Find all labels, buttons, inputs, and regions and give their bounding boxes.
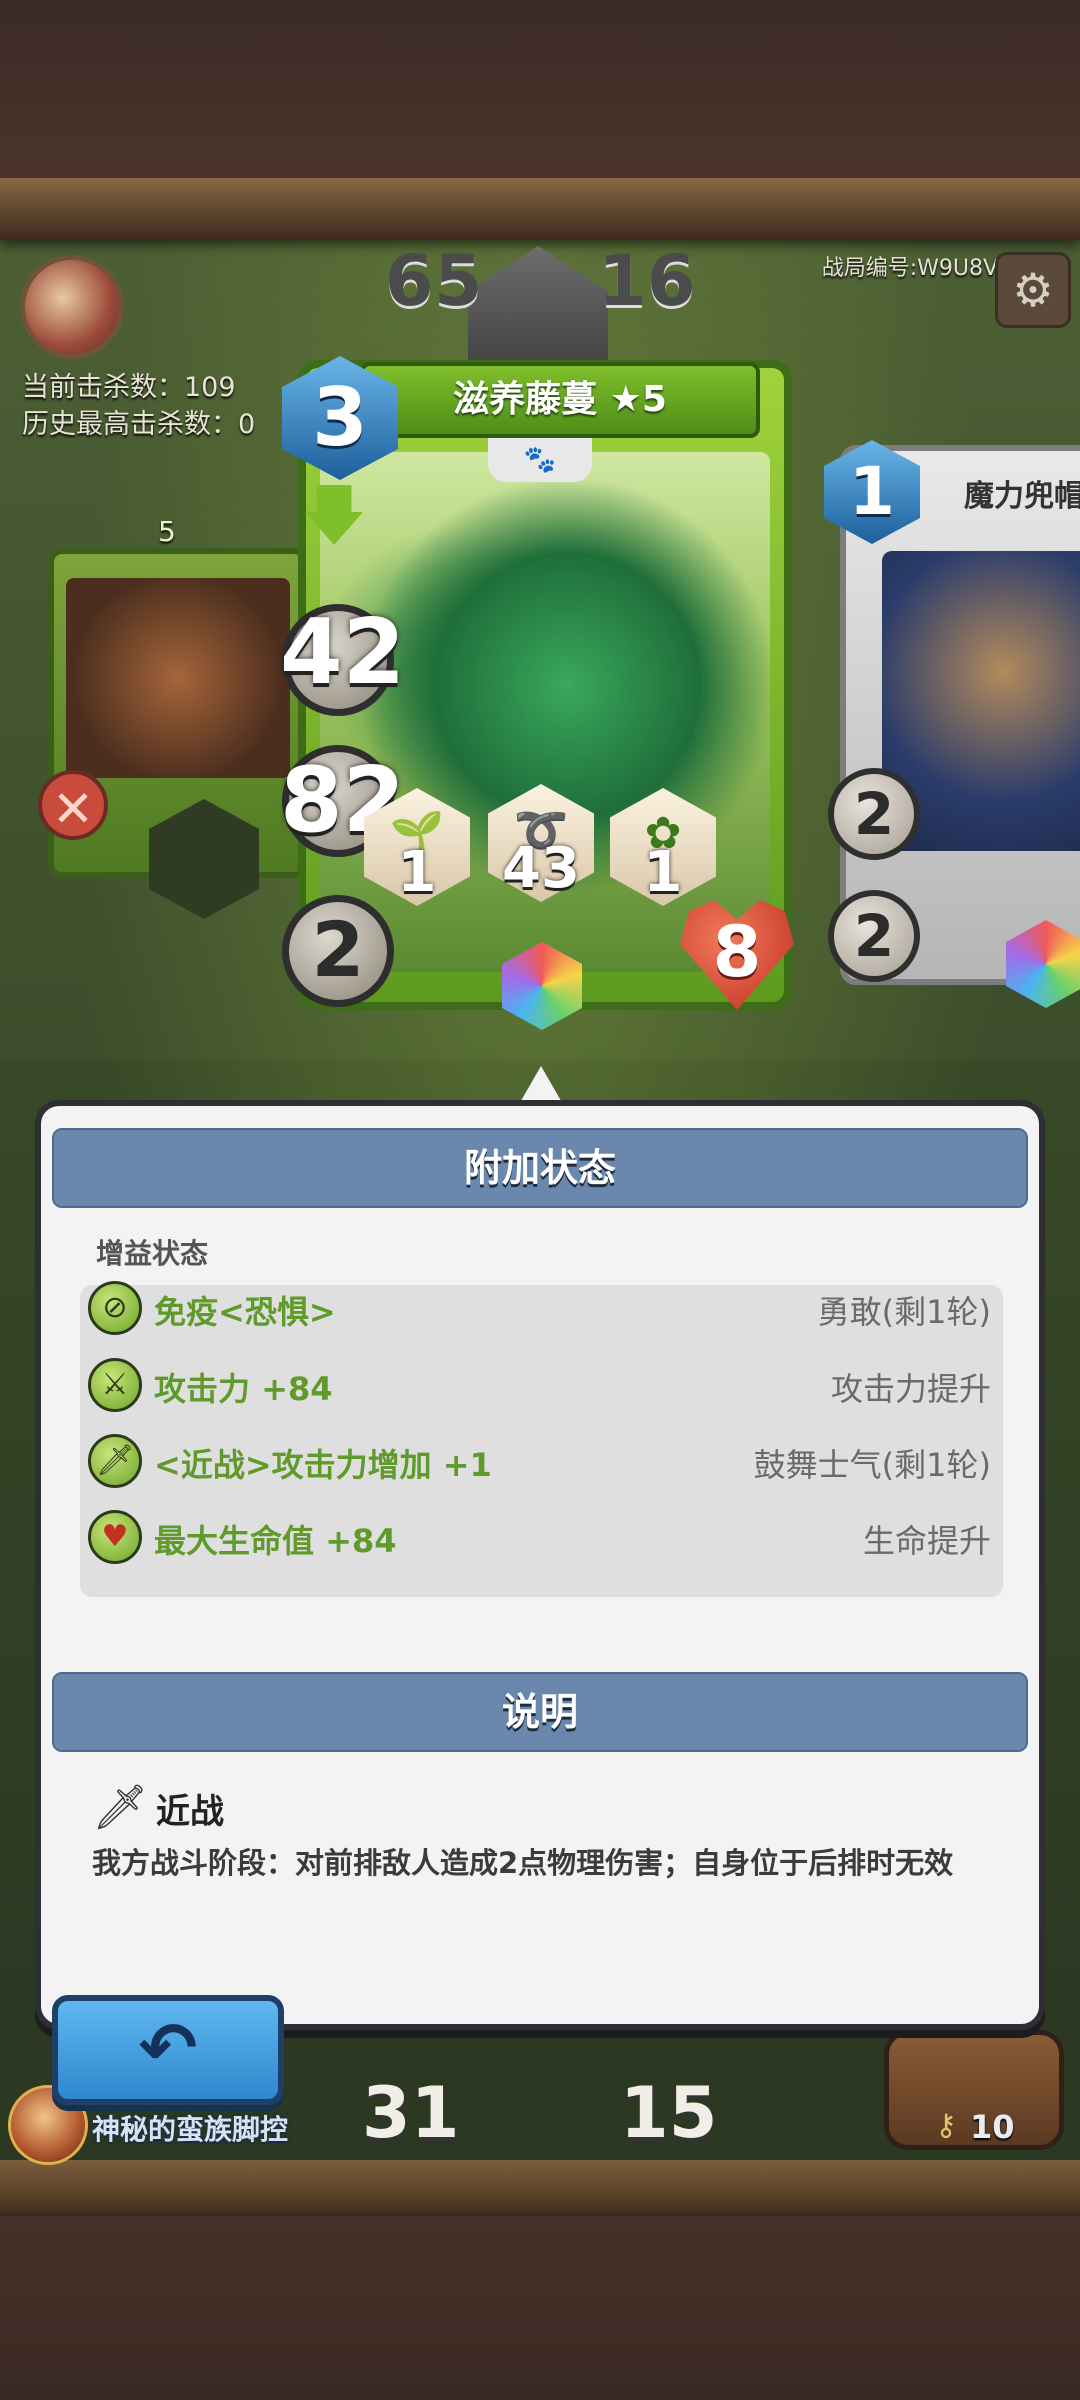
back-button[interactable]: ↶ [52,1995,284,2105]
buff-source: 勇敢(剩1轮) [817,1293,991,1331]
deck-count: 10 [970,2108,1015,2146]
left-card-art [66,578,290,778]
current-kills: 当前击杀数：109 [22,372,236,403]
skill-name: 近战 [156,1792,224,1832]
bottom-frame-trim [0,2160,1080,2216]
right-card-attack: 2 [828,890,920,982]
card-name-banner: 滋养藤蔓 ★5 [360,362,760,438]
buff-source: 攻击力提升 [830,1370,991,1408]
buff-source: 生命提升 [862,1522,991,1560]
right-card-name: 魔力兜帽 [964,479,1080,514]
buff-row: ⚔ 攻击力 +84 攻击力提升 [80,1350,1003,1422]
buff-effect: 攻击力 +84 [154,1370,333,1408]
sword-icon: 🗡 [92,1782,148,1833]
defeated-x-icon: ✕ [38,770,108,840]
buff-source: 鼓舞士气(剩1轮) [753,1446,991,1484]
sprout-value: 1 [397,840,437,905]
best-kills: 历史最高击杀数：0 [22,409,256,440]
skill-description: 我方战斗阶段：对前排敌人造成2点物理伤害；自身位于后排时无效 [92,1846,954,1880]
buff-row: ⊘ 免疫<恐惧> 勇敢(剩1轮) [80,1273,1003,1345]
buff-row: 🗡 <近战>攻击力增加 +1 鼓舞士气(剩1轮) [80,1426,1003,1498]
description-section-title: 说明 [52,1672,1028,1752]
battle-id: 战局编号:W9U8V [821,256,998,281]
buff-effect: 最大生命值 +84 [154,1522,397,1560]
deck-icon: ⚷ [935,2108,957,2143]
melee-icon: 🗡 [88,1434,142,1488]
heart-icon: ♥ [88,1510,142,1564]
settings-gear-icon[interactable]: ⚙ [995,252,1071,328]
immune-icon: ⊘ [88,1281,142,1335]
attack-up-icon: ⚔ [88,1358,142,1412]
flower-value: 1 [643,840,683,905]
card-attack: 2 [282,895,394,1007]
buff-effect: <近战>攻击力增加 +1 [154,1446,492,1484]
card-health: 42 [280,600,406,705]
buff-effect: 免疫<恐惧> [154,1293,336,1331]
top-frame-trim [0,178,1080,240]
left-card-level: 5 [158,515,176,548]
back-arrow-icon: ↶ [138,2007,198,2089]
right-card-dice: 2 [828,768,920,860]
player-stat-right: 15 [620,2072,718,2154]
player-stat-left: 31 [362,2072,460,2154]
buff-heading: 增益状态 [96,1237,209,1270]
status-section-title: 附加状态 [52,1128,1028,1208]
vine-value: 43 [502,836,580,901]
enemy-stat-right: 16 [598,240,696,322]
player-avatar[interactable] [20,255,124,359]
opponent-name: 神秘的蛮族脚控 [92,2113,289,2146]
paw-icon: 🐾 [488,438,592,482]
buff-row: ♥ 最大生命值 +84 生命提升 [80,1502,1003,1574]
enemy-stat-left: 65 [385,240,483,322]
